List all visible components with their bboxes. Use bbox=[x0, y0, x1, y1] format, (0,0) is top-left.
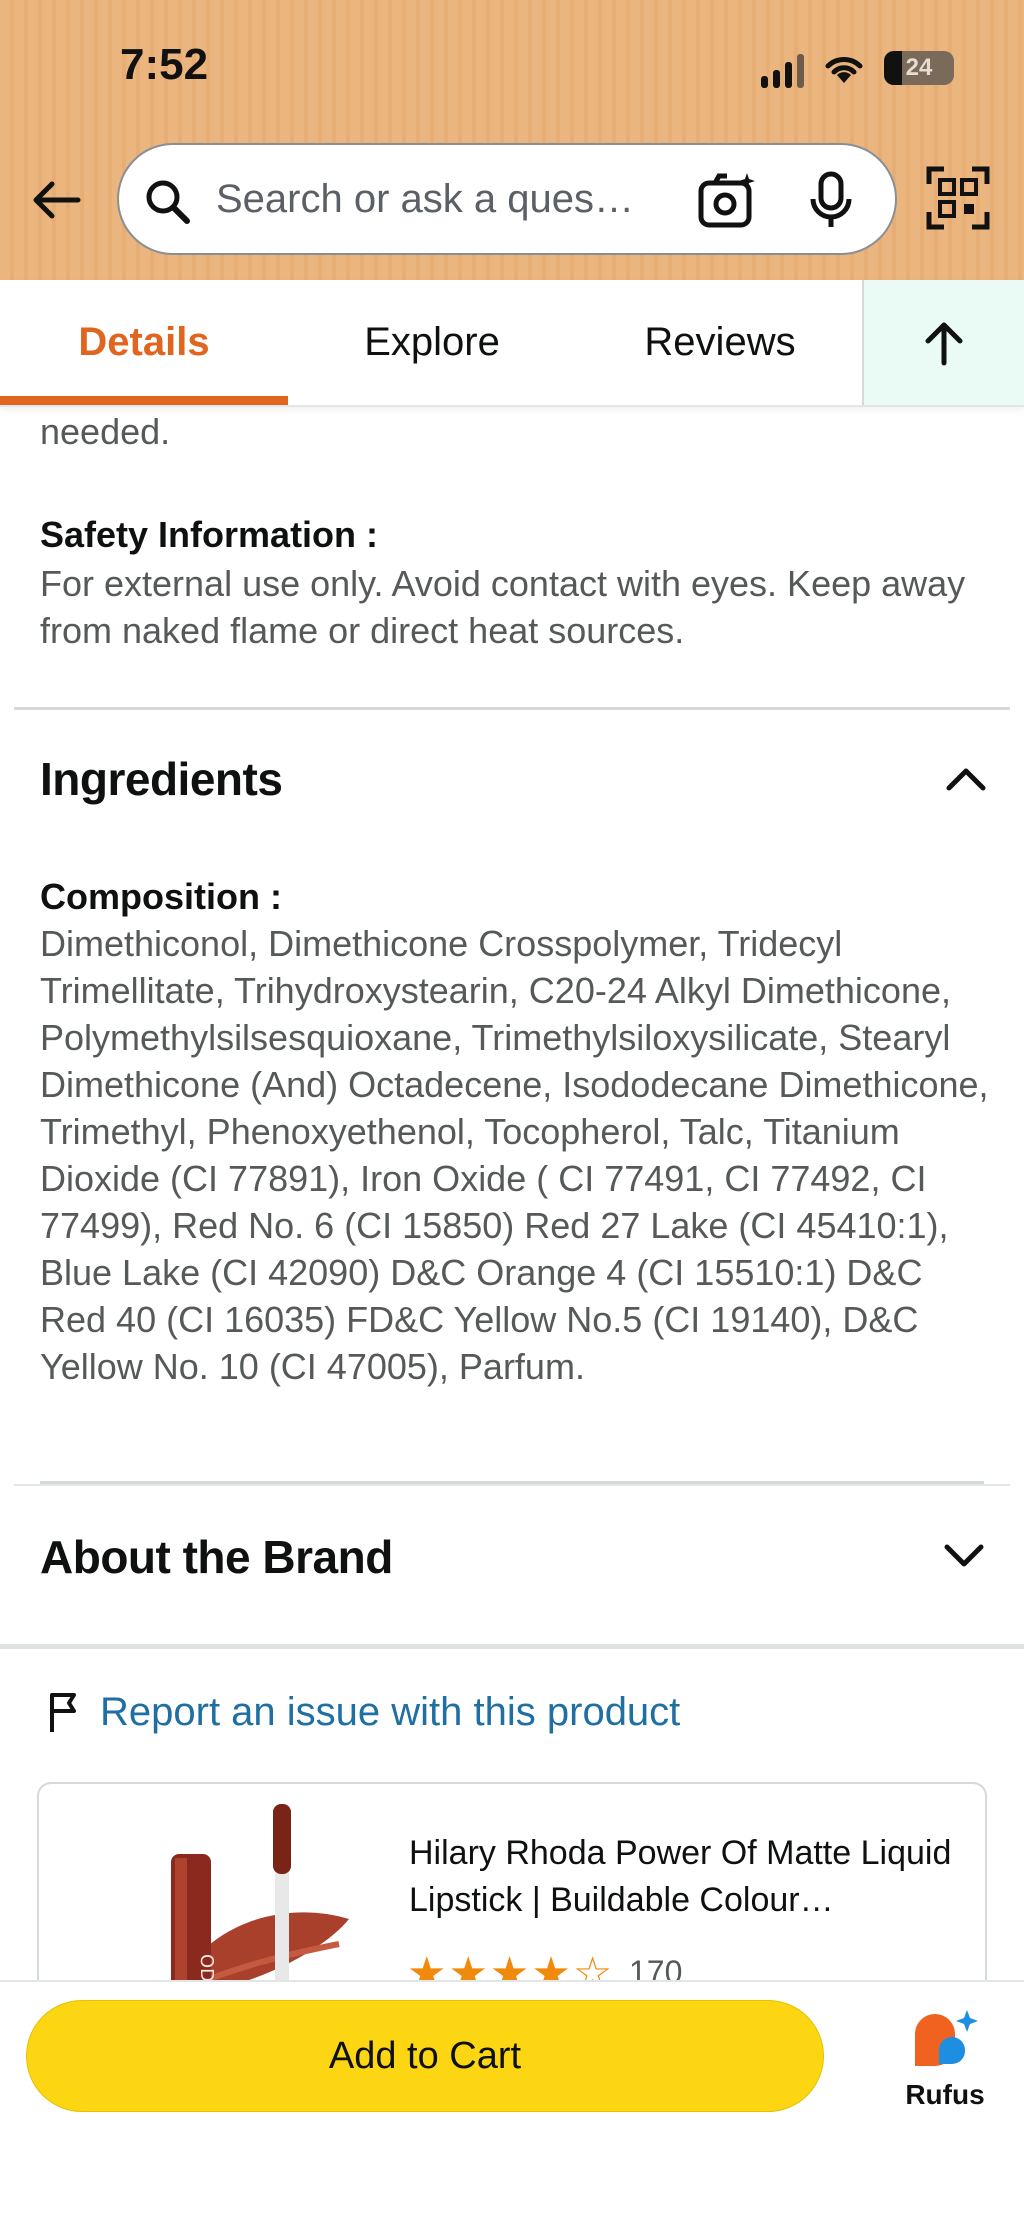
search-input[interactable]: Search or ask a ques… bbox=[216, 177, 634, 222]
tab-bar: Details Explore Reviews bbox=[0, 280, 1024, 407]
status-icons: 24 bbox=[761, 48, 954, 88]
section-divider bbox=[0, 1644, 1024, 1649]
battery-icon: 24 bbox=[884, 51, 954, 85]
flag-icon bbox=[50, 1692, 76, 1732]
tab-details[interactable]: Details bbox=[0, 280, 288, 405]
wifi-icon bbox=[825, 57, 863, 83]
back-arrow-icon[interactable] bbox=[28, 172, 84, 228]
rufus-label: Rufus bbox=[905, 2079, 985, 2110]
product-title[interactable]: Hilary Rhoda Power Of Matte Liquid Lipst… bbox=[409, 1830, 969, 1924]
active-tab-indicator bbox=[0, 396, 288, 405]
report-issue-label[interactable]: Report an issue with this product bbox=[100, 1690, 680, 1735]
scroll-to-top-button[interactable] bbox=[862, 280, 1024, 405]
search-icon bbox=[146, 180, 190, 224]
tab-explore[interactable]: Explore bbox=[288, 280, 576, 405]
camera-search-icon[interactable] bbox=[697, 171, 759, 231]
status-time: 7:52 bbox=[120, 40, 209, 89]
safety-information-text: For external use only. Avoid contact wit… bbox=[40, 563, 966, 651]
search-bar[interactable]: Search or ask a ques… bbox=[117, 143, 897, 255]
report-issue-link[interactable]: Report an issue with this product bbox=[48, 1690, 680, 1735]
ingredients-title[interactable]: Ingredients bbox=[40, 752, 283, 806]
chevron-down-icon[interactable] bbox=[942, 1540, 986, 1572]
chevron-up-icon[interactable] bbox=[944, 762, 988, 794]
signal-icon bbox=[761, 48, 804, 88]
composition-label: Composition : bbox=[40, 876, 282, 917]
about-brand-title[interactable]: About the Brand bbox=[40, 1530, 393, 1584]
rufus-icon bbox=[915, 2010, 978, 2066]
tab-reviews[interactable]: Reviews bbox=[576, 280, 864, 405]
rufus-button[interactable]: Rufus bbox=[890, 2006, 1000, 2111]
safety-information-label: Safety Information : bbox=[40, 514, 379, 555]
arrow-up-icon bbox=[925, 322, 963, 365]
composition-text: Dimethiconol, Dimethicone Crosspolymer, … bbox=[40, 923, 989, 1387]
microphone-icon[interactable] bbox=[809, 171, 853, 231]
section-divider bbox=[14, 1484, 1010, 1486]
battery-level: 24 bbox=[905, 54, 933, 81]
details-continued-text: needed. bbox=[40, 411, 171, 452]
app-header: 7:52 24 Search or ask a ques… bbox=[0, 0, 1024, 280]
section-divider bbox=[14, 707, 1010, 710]
bottom-action-bar: Add to Cart Rufus bbox=[0, 1980, 1024, 2216]
qr-scan-icon[interactable] bbox=[926, 166, 990, 230]
add-to-cart-button[interactable]: Add to Cart bbox=[26, 2000, 824, 2112]
